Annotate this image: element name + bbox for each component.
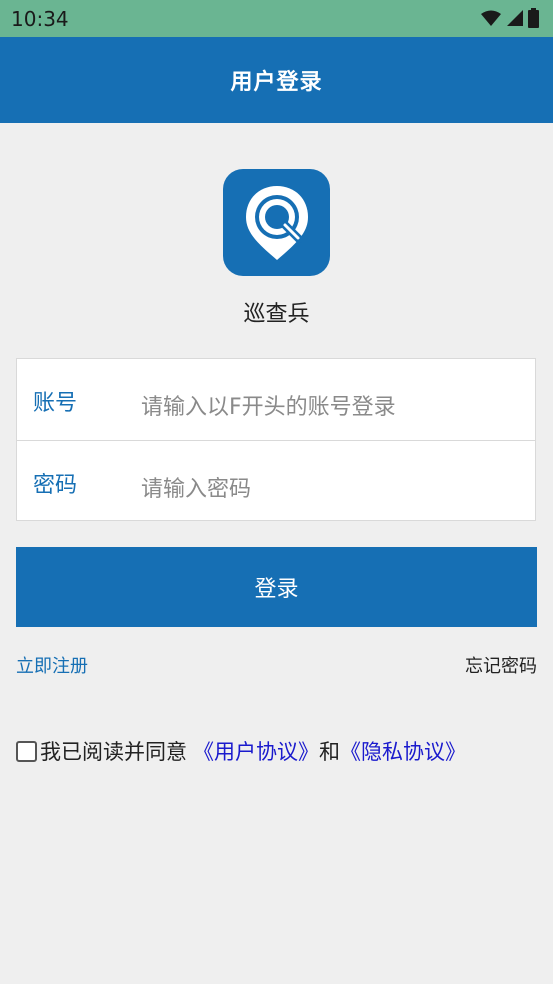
agreement-checkbox[interactable] [16, 740, 37, 762]
app-bar: 用户登录 [0, 37, 553, 123]
account-label: 账号 [33, 391, 78, 416]
password-input[interactable] [141, 469, 521, 509]
account-input[interactable] [141, 387, 521, 427]
agreement-prefix: 我已阅读并同意 [40, 740, 187, 764]
account-row: 账号 [17, 359, 535, 440]
login-button[interactable]: 登录 [16, 547, 537, 627]
signal-icon [507, 10, 523, 26]
register-link[interactable]: 立即注册 [16, 652, 88, 678]
agreement-row: 我已阅读并同意 《用户协议》 和 《隐私协议》 [16, 735, 466, 767]
status-bar: 10:34 [0, 0, 553, 37]
forgot-password-link[interactable]: 忘记密码 [465, 652, 537, 678]
page-title: 用户登录 [230, 70, 323, 95]
agreement-and: 和 [319, 740, 340, 764]
user-agreement-link[interactable]: 《用户协议》 [193, 736, 319, 766]
status-icons [480, 8, 539, 28]
status-time: 10:34 [11, 7, 69, 31]
app-name: 巡查兵 [243, 302, 310, 327]
battery-icon [528, 8, 539, 28]
login-form: 账号 密码 [16, 358, 536, 521]
wifi-icon [481, 10, 501, 26]
privacy-policy-link[interactable]: 《隐私协议》 [340, 736, 466, 766]
password-label: 密码 [33, 473, 78, 498]
password-row: 密码 [17, 440, 535, 522]
location-search-icon [245, 185, 308, 260]
app-logo [223, 169, 330, 276]
